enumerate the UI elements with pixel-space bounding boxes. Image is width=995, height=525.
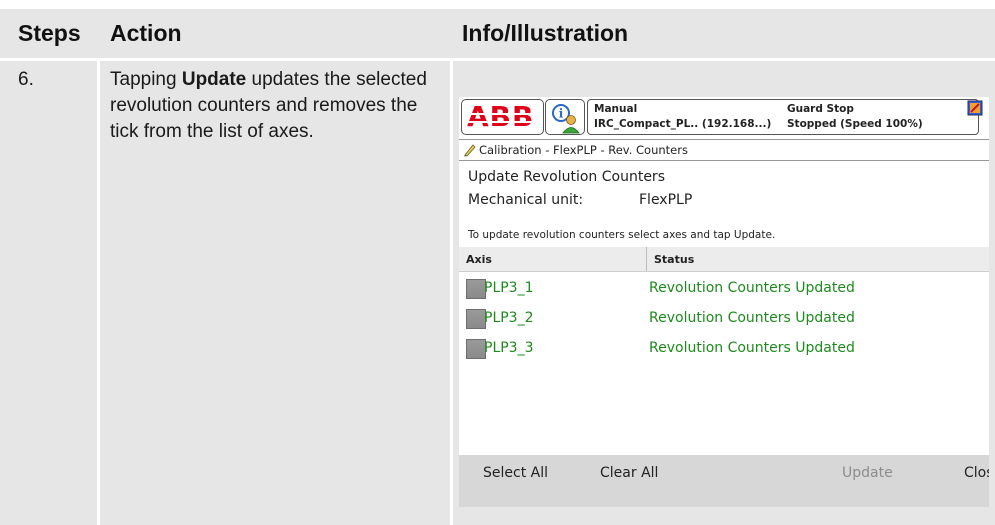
- axis-status: Revolution Counters Updated: [649, 310, 855, 326]
- column-divider: [646, 247, 647, 271]
- axis-name: PLP3_2: [484, 310, 534, 326]
- quickset-icon[interactable]: [967, 100, 983, 116]
- action-text-before: Tapping: [110, 69, 182, 90]
- flexpendant-screenshot: ABB i Manual IRC_Compact_PL.. (192.168..…: [459, 97, 989, 507]
- operating-mode: Manual: [594, 103, 638, 115]
- calibration-icon: [464, 144, 476, 157]
- abb-menu-button[interactable]: ABB: [461, 99, 544, 135]
- svg-text:i: i: [559, 107, 564, 121]
- axis-name: PLP3_1: [484, 280, 534, 296]
- clear-all-button[interactable]: Clear All: [600, 465, 658, 481]
- header-action: Action: [110, 20, 182, 46]
- run-state: Stopped (Speed 100%): [787, 118, 923, 130]
- instruction-text: To update revolution counters select axe…: [468, 229, 776, 241]
- info-person-icon: i: [552, 104, 580, 134]
- guard-status: Guard Stop: [787, 103, 854, 115]
- step-number: 6.: [18, 69, 34, 90]
- mechanical-unit-label: Mechanical unit:: [468, 192, 584, 208]
- flexpendant-status-bar: ABB i Manual IRC_Compact_PL.. (192.168..…: [459, 97, 989, 137]
- event-log-button[interactable]: i: [545, 99, 585, 135]
- column-axis[interactable]: Axis: [466, 253, 492, 266]
- header-info: Info/Illustration: [462, 20, 629, 46]
- action-text-bold: Update: [181, 69, 247, 90]
- page-title: Update Revolution Counters: [468, 169, 665, 185]
- column-status[interactable]: Status: [654, 253, 694, 266]
- axis-row[interactable]: PLP3_1 Revolution Counters Updated: [459, 276, 989, 306]
- axis-checkbox[interactable]: [466, 279, 486, 299]
- header-steps: Steps: [18, 20, 81, 46]
- update-button[interactable]: Update: [842, 465, 893, 481]
- axis-table-header: Axis Status: [459, 247, 989, 272]
- axis-row[interactable]: PLP3_2 Revolution Counters Updated: [459, 306, 989, 336]
- axis-checkbox[interactable]: [466, 339, 486, 359]
- axis-status: Revolution Counters Updated: [649, 340, 855, 356]
- breadcrumb-text: Calibration - FlexPLP - Rev. Counters: [479, 143, 688, 157]
- breadcrumb: Calibration - FlexPLP - Rev. Counters: [459, 139, 989, 161]
- step-action-text: Tapping Update updates the selected revo…: [110, 67, 440, 145]
- controller-name: IRC_Compact_PL.. (192.168...): [594, 118, 772, 130]
- status-panel: Manual IRC_Compact_PL.. (192.168...) Gua…: [587, 99, 979, 135]
- command-bar: Select All Clear All Update Close: [459, 455, 989, 507]
- mechanical-unit-value: FlexPLP: [639, 192, 693, 208]
- axis-checkbox[interactable]: [466, 309, 486, 329]
- steps-column-bg: [0, 61, 97, 525]
- abb-logo: ABB: [467, 100, 535, 133]
- select-all-button[interactable]: Select All: [483, 465, 548, 481]
- axis-name: PLP3_3: [484, 340, 534, 356]
- axis-row[interactable]: PLP3_3 Revolution Counters Updated: [459, 336, 989, 366]
- axis-status: Revolution Counters Updated: [649, 280, 855, 296]
- close-button[interactable]: Close: [964, 465, 989, 481]
